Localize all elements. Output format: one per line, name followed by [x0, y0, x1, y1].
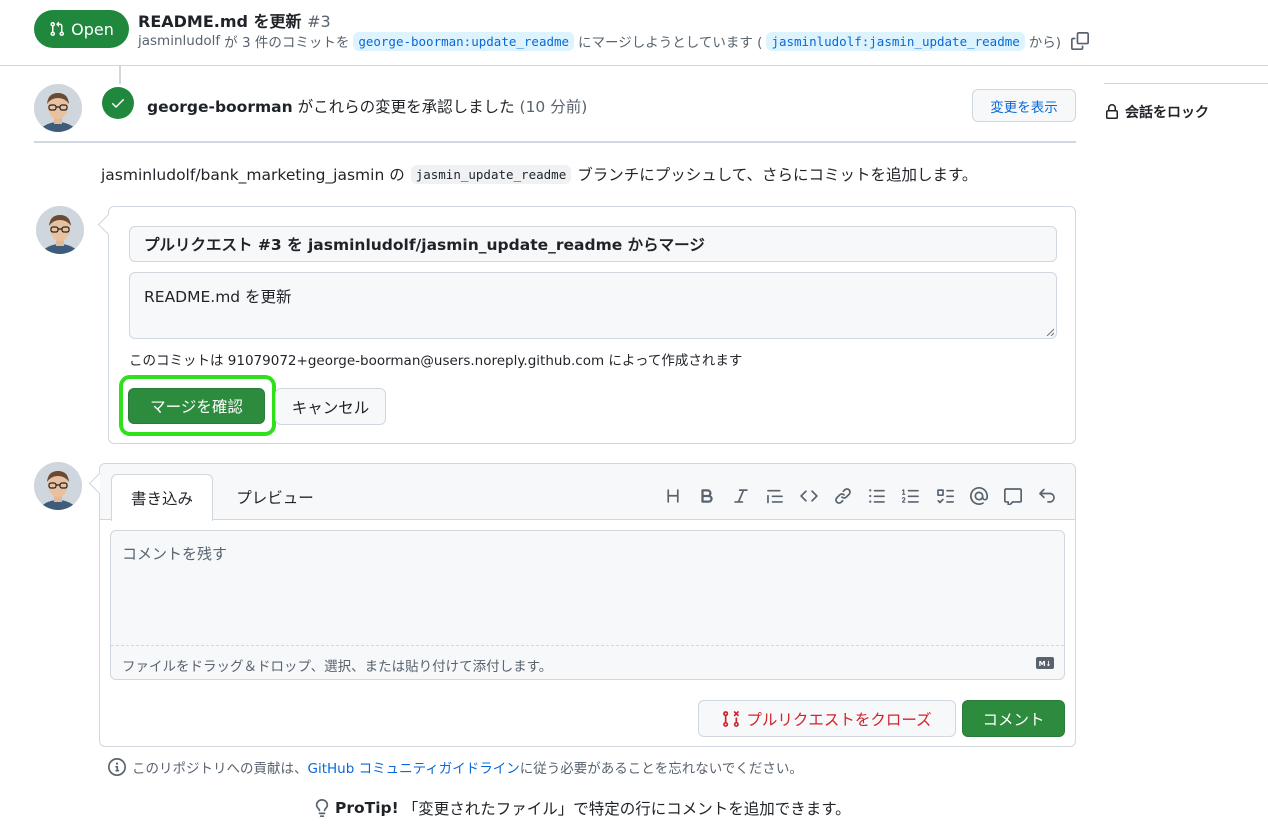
info-icon — [108, 758, 126, 776]
approved-check-badge — [102, 87, 134, 119]
push-note-text: ブランチにプッシュして、さらにコミットを追加します。 — [577, 166, 978, 184]
file-attach-text: ファイルをドラッグ＆ドロップ、選択、または貼り付けて添付します。 — [122, 659, 553, 675]
merge-commit-message-input[interactable]: README.md を更新 — [129, 272, 1057, 339]
reference-icon[interactable] — [996, 483, 1030, 509]
light-bulb-icon — [315, 799, 329, 817]
ordered-list-icon[interactable] — [894, 483, 928, 509]
close-pull-request-label: プルリクエストをクローズ — [746, 710, 932, 729]
contribution-guideline-note: このリポジトリへの貢献は、GitHub コミュニティガイドラインに従う必要がある… — [108, 757, 803, 777]
undo-icon[interactable] — [1030, 483, 1064, 509]
close-pull-request-button[interactable]: プルリクエストをクローズ — [698, 700, 956, 737]
community-guidelines-link[interactable]: GitHub コミュニティガイドライン — [308, 761, 520, 777]
guideline-prefix: このリポジトリへの貢献は、 — [132, 761, 308, 777]
lock-conversation-link[interactable]: 会話をロック — [1104, 102, 1209, 122]
lock-conversation-label: 会話をロック — [1125, 105, 1209, 121]
bold-icon[interactable] — [690, 483, 724, 509]
confirm-merge-button[interactable]: マージを確認 — [128, 388, 265, 424]
unordered-list-icon[interactable] — [860, 483, 894, 509]
tab-preview[interactable]: プレビュー — [220, 474, 330, 520]
pr-title-text: README.md を更新 — [138, 12, 302, 31]
avatar-image — [36, 206, 84, 254]
avatar-image — [34, 462, 82, 510]
commit-author-note: このコミットは 91079072+george-boorman@users.no… — [129, 353, 743, 369]
cancel-button[interactable]: キャンセル — [275, 388, 386, 425]
pr-title: README.md を更新 #3 — [138, 8, 331, 32]
pr-meta-from: から) — [1028, 35, 1062, 51]
link-icon[interactable] — [826, 483, 860, 509]
timeline-divider — [34, 141, 1076, 143]
code-icon[interactable] — [792, 483, 826, 509]
protip-label: ProTip! — [335, 799, 399, 817]
pr-state-label: Open — [71, 19, 114, 39]
lock-icon — [1106, 104, 1118, 119]
avatar-image — [34, 84, 82, 132]
head-branch[interactable]: jasminludolf:jasmin_update_readme — [766, 31, 1025, 51]
markdown-toolbar — [656, 483, 1064, 509]
base-branch[interactable]: george-boorman:update_readme — [353, 31, 575, 51]
file-attach-bar[interactable]: ファイルをドラッグ＆ドロップ、選択、または貼り付けて添付します。 M↓ — [111, 645, 1064, 679]
approval-event: george-boorman がこれらの変更を承認しました (10 分前) — [147, 95, 587, 117]
avatar[interactable] — [34, 462, 82, 510]
avatar[interactable] — [36, 206, 84, 254]
comment-textarea[interactable]: コメントを残す ファイルをドラッグ＆ドロップ、選択、または貼り付けて添付します。… — [110, 530, 1065, 680]
push-note-repo: jasminludolf/bank_marketing_jasmin の — [101, 166, 405, 184]
pr-number: #3 — [307, 12, 331, 31]
svg-text:M↓: M↓ — [1039, 660, 1052, 668]
resize-grip-icon[interactable] — [1046, 328, 1054, 336]
pr-state-badge: Open — [34, 10, 129, 48]
git-pull-request-closed-icon — [723, 710, 740, 727]
view-changes-button[interactable]: 変更を表示 — [972, 89, 1076, 122]
markdown-icon[interactable]: M↓ — [1036, 657, 1054, 669]
comment-tabs: 書き込み プレビュー — [100, 464, 1075, 521]
push-note-branch: jasmin_update_readme — [410, 164, 572, 184]
pr-meta: jasminludolf が 3 件のコミットを george-boorman:… — [138, 31, 1090, 51]
heading-icon[interactable] — [656, 483, 690, 509]
comment-placeholder: コメントを残す — [122, 545, 228, 563]
protip-text: 「変更されたファイル」で特定の行にコメントを追加できます。 — [402, 800, 851, 818]
quote-icon[interactable] — [758, 483, 792, 509]
check-icon — [112, 99, 124, 108]
reviewer-name[interactable]: george-boorman — [147, 98, 293, 116]
copy-icon[interactable] — [1071, 32, 1090, 50]
task-list-icon[interactable] — [928, 483, 962, 509]
approval-time[interactable]: (10 分前) — [520, 98, 588, 116]
pr-author[interactable]: jasminludolf — [138, 33, 220, 49]
comment-form: 書き込み プレビュー コメントを残す ファイルをドラッグ＆ドロップ、選択、または… — [99, 463, 1076, 747]
merge-form: プルリクエスト #3 を jasminludolf/jasmin_update_… — [108, 206, 1076, 444]
pr-header: Open README.md を更新 #3 jasminludolf が 3 件… — [0, 0, 1268, 66]
protip: ProTip! 「変更されたファイル」で特定の行にコメントを追加できます。 — [313, 797, 851, 819]
merge-commit-message-text: README.md を更新 — [144, 288, 292, 306]
guideline-suffix: に従う必要があることを忘れないでください。 — [519, 761, 803, 777]
comment-button[interactable]: コメント — [962, 700, 1065, 737]
italic-icon[interactable] — [724, 483, 758, 509]
sidebar-divider — [1104, 83, 1268, 84]
mention-icon[interactable] — [962, 483, 996, 509]
push-note: jasminludolf/bank_marketing_jasmin の jas… — [101, 163, 977, 185]
git-pull-request-icon — [50, 21, 65, 37]
avatar[interactable] — [34, 84, 82, 132]
approval-text: がこれらの変更を承認しました — [297, 98, 515, 116]
pr-meta-merge: にマージしようとしています ( — [578, 35, 763, 51]
merge-commit-title-input[interactable]: プルリクエスト #3 を jasminludolf/jasmin_update_… — [129, 226, 1057, 262]
tab-write[interactable]: 書き込み — [111, 474, 213, 521]
pr-meta-count: が 3 件のコミットを — [224, 35, 350, 51]
